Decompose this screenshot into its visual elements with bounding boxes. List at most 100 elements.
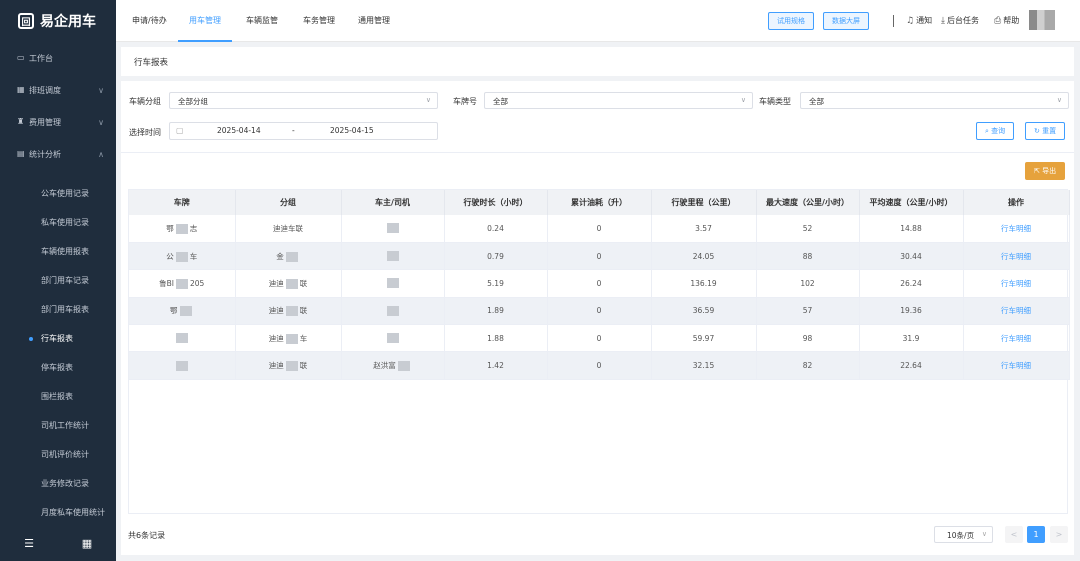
sidebar-subitem-0[interactable]: 公车使用记录 — [0, 179, 116, 208]
cell-km: 36.59 — [651, 297, 757, 326]
cell-km: 24.05 — [651, 242, 757, 271]
column-header: 行驶里程（公里） — [651, 190, 757, 215]
bell-icon: ♫ — [906, 15, 915, 26]
cell-hours: 1.89 — [444, 297, 548, 326]
cell-hours: 0.79 — [444, 242, 548, 271]
export-button[interactable]: ⇱ 导出 — [1025, 162, 1066, 180]
trip-detail-link[interactable]: 行车明细 — [963, 324, 1070, 353]
filter-divider — [121, 152, 1074, 153]
data-screen-button[interactable]: 数据大屏 — [823, 12, 869, 30]
cell-km: 3.57 — [651, 215, 757, 243]
redacted-block — [386, 251, 399, 262]
cell-avg: 19.36 — [859, 297, 964, 326]
sidebar-item-1[interactable]: ▦ 排班调度 ∨ — [0, 74, 116, 106]
trial-spec-button[interactable]: 试用规格 — [768, 12, 814, 30]
redacted-block — [285, 306, 298, 317]
sidebar-subitem-2[interactable]: 车辆使用报表 — [0, 237, 116, 266]
tab-0[interactable]: 申请/待办 — [132, 0, 167, 42]
money-bag-icon: ♜ — [17, 117, 25, 126]
sidebar-item-0[interactable]: ▭ 工作台 — [0, 42, 116, 74]
redacted-block — [175, 223, 188, 234]
help-link[interactable]: ⎙ 帮助 — [994, 15, 1019, 26]
sidebar-item-3[interactable]: ▤ 统计分析 ∧ — [0, 138, 116, 170]
trip-detail-link[interactable]: 行车明细 — [963, 351, 1070, 380]
sidebar-subitem-5[interactable]: 行车报表 — [0, 324, 116, 353]
trip-detail-link[interactable]: 行车明细 — [963, 242, 1070, 271]
query-button[interactable]: ⌕ 查询 — [976, 122, 1015, 140]
column-header: 操作 — [963, 190, 1070, 215]
type-select[interactable]: 全部 ∨ — [800, 92, 1069, 109]
cell-hours: 5.19 — [444, 269, 548, 298]
sidebar-subitem-7[interactable]: 围栏报表 — [0, 382, 116, 411]
collapse-sidebar-icon[interactable]: ☰ — [22, 537, 36, 551]
date-range-picker[interactable]: ▢ 2025-04-14 - 2025-04-15 — [169, 122, 438, 140]
column-header: 累计油耗（升） — [547, 190, 652, 215]
cell-hours: 0.24 — [444, 215, 548, 243]
avatar[interactable] — [1029, 10, 1055, 30]
column-header: 分组 — [235, 190, 342, 215]
table-row: 迪迪 联 赵洪富 1.42 0 32.15 82 22.64 行车明细 — [129, 351, 1070, 380]
plate-select[interactable]: 全部 ∨ — [484, 92, 753, 109]
cell-avg: 30.44 — [859, 242, 964, 271]
tab-3[interactable]: 车务管理 — [303, 0, 335, 42]
group-part: 迪迪 — [268, 361, 284, 371]
tab-4[interactable]: 通用管理 — [358, 0, 390, 42]
table-body: 鄂志迪迪车联 0.24 0 3.57 52 14.88 行车明细公车金 0.79 0 24.05 8… — [129, 215, 1070, 380]
sidebar-subitem-10[interactable]: 业务修改记录 — [0, 469, 116, 498]
redacted-block — [175, 333, 188, 344]
group-select[interactable]: 全部分组 ∨ — [169, 92, 438, 109]
cell-group: 迪迪 联 — [235, 351, 342, 380]
redacted-block — [175, 251, 188, 262]
reset-button[interactable]: ↻ 重置 — [1025, 122, 1066, 140]
table-row: 鲁BI 205 迪迪 联 5.19 0 136.19 102 26.24 行车明细 — [129, 269, 1070, 298]
trip-detail-link[interactable]: 行车明细 — [963, 269, 1070, 298]
sidebar-item-2[interactable]: ♜ 费用管理 ∨ — [0, 106, 116, 138]
page-number-current[interactable]: 1 — [1027, 526, 1045, 543]
prev-page-button[interactable]: < — [1005, 526, 1023, 543]
sidebar-item-label: 费用管理 — [29, 117, 61, 127]
sidebar-subitem-11[interactable]: 月度私车使用统计 — [0, 498, 116, 527]
active-dot-icon — [29, 336, 33, 341]
group-part: 迪迪 — [268, 278, 284, 288]
sidebar-subitem-4[interactable]: 部门用车报表 — [0, 295, 116, 324]
cell-km: 32.15 — [651, 351, 757, 380]
grid-apps-icon[interactable]: ▦ — [80, 537, 94, 551]
trip-detail-link[interactable]: 行车明细 — [963, 215, 1070, 243]
sidebar-subitem-3[interactable]: 部门用车记录 — [0, 266, 116, 295]
cell-fuel: 0 — [547, 242, 652, 271]
tab-1[interactable]: 用车管理 — [178, 0, 232, 42]
date-start[interactable]: 2025-04-14 — [217, 126, 261, 135]
table-row: 迪迪 车 1.88 0 59.97 98 31.9 行车明细 — [129, 324, 1070, 353]
sidebar-subitem-label: 司机工作统计 — [41, 421, 89, 430]
cell-driver — [341, 324, 445, 353]
top-header: 申请/待办 用车管理 车辆监管 车务管理 通用管理 试用规格 数据大屏 ♫ 通知 ⤓ 后… — [116, 0, 1080, 42]
group-value: 迪迪车联 — [273, 223, 303, 233]
date-end[interactable]: 2025-04-15 — [330, 126, 374, 135]
page-size-select[interactable]: 10条/页 ∨ — [934, 526, 993, 543]
plate-part: 车 — [189, 251, 198, 261]
logo-icon: 回 — [18, 13, 34, 29]
bar-chart-icon: ▤ — [17, 149, 25, 158]
sidebar-subitem-8[interactable]: 司机工作统计 — [0, 411, 116, 440]
cell-max: 52 — [756, 215, 860, 243]
sidebar-subitem-label: 部门用车报表 — [41, 305, 89, 314]
sidebar-item-label: 排班调度 — [29, 85, 61, 95]
sidebar-subitem-6[interactable]: 停车报表 — [0, 353, 116, 382]
cell-fuel: 0 — [547, 215, 652, 243]
cell-plate — [129, 351, 236, 380]
cell-max: 98 — [756, 324, 860, 353]
cell-km: 136.19 — [651, 269, 757, 298]
sidebar: 回 易企用车 ▭ 工作台 ▦ 排班调度 ∨ ♜ 费用管理 ∨ ▤ 统计分析 ∧ 公车使用记录 私车使用… — [0, 0, 116, 561]
notify-link[interactable]: ♫ 通知 — [906, 15, 932, 26]
chevron-down-icon: ∨ — [98, 117, 104, 127]
sidebar-subitem-9[interactable]: 司机评价统计 — [0, 440, 116, 469]
cell-driver — [341, 269, 445, 298]
trip-detail-link[interactable]: 行车明细 — [963, 297, 1070, 326]
cell-group: 迪迪 联 — [235, 297, 342, 326]
background-tasks-link[interactable]: ⤓ 后台任务 — [941, 15, 979, 26]
tab-2[interactable]: 车辆监管 — [246, 0, 278, 42]
next-page-button[interactable]: > — [1050, 526, 1068, 543]
app-logo[interactable]: 回 易企用车 — [0, 0, 116, 42]
sidebar-subitem-1[interactable]: 私车使用记录 — [0, 208, 116, 237]
plate-part: 鄂 — [166, 223, 174, 233]
